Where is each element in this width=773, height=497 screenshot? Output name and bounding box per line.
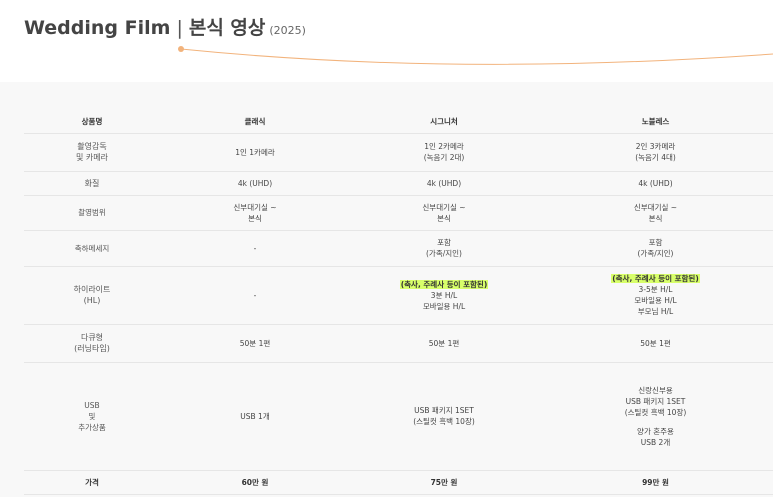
decorative-curve-line [180,48,773,65]
table-row-documentary: 다큐형 (러닝타임) 50분 1편 50분 1편 50분 1편 [24,324,773,363]
row-label: USB 및 추가상품 [24,362,160,471]
highlight-note: (축사, 주례사 등이 포함된) [399,279,489,289]
cell-signature: 50분 1편 [350,324,538,363]
table-row-highlight: 하이라이트 (HL) - (축사, 주례사 등이 포함된) 3분 H/L 모바일용 H… [24,266,773,325]
header-product-name: 상품명 [24,110,160,134]
cell-classic: 50분 1편 [160,324,350,363]
cell-noblesse: 포함 (가족/지인) [538,230,773,267]
table-header-row: 상품명 클래식 시그니처 노블레스 [24,110,773,134]
row-label: 화질 [24,171,160,196]
table-row-message: 축하메세지 - 포함 (가족/지인) 포함 (가족/지인) [24,230,773,267]
table-row-usb: USB 및 추가상품 USB 1개 USB 패키지 1SET (스틸컷 흑백 10장)… [24,362,773,471]
title-subtitle: 본식 영상 [188,17,266,39]
row-label: 촬영감독 및 카메라 [24,133,160,172]
highlight-note: (축사, 주례사 등이 포함된) [611,274,700,283]
row-label: 하이라이트 (HL) [24,266,160,325]
cell-classic: 1인 1카메라 [160,133,350,172]
cell-classic: - [160,230,350,267]
table-row-camera: 촬영감독 및 카메라 1인 1카메라 1인 2카메라 (녹음기 2대) 2인 3카메… [24,133,773,172]
title-main: Wedding Film [24,17,171,39]
cell-noblesse: 2인 3카메라 (녹음기 4대) [538,133,773,172]
cell-signature: 포함 (가족/지인) [350,230,538,267]
decorative-dot [178,46,184,52]
price-classic: 60만 원 [160,470,350,495]
cell-noblesse: (축사, 주례사 등이 포함된) 3-5분 H/L 모바일용 H/L 부모님 H/L [538,266,773,325]
cell-signature: (축사, 주례사 등이 포함된) 3분 H/L 모바일용 H/L [350,266,538,325]
title-separator: | [176,17,183,39]
header-classic: 클래식 [160,110,350,134]
cell-signature: 신부대기실 ~ 본식 [350,195,538,231]
title-year: (2025) [269,24,306,37]
price-signature: 75만 원 [350,470,538,495]
row-label: 촬영범위 [24,195,160,231]
cell-classic: 신부대기실 ~ 본식 [160,195,350,231]
pricing-panel: 상품명 클래식 시그니처 노블레스 촬영감독 및 카메라 1인 1카메라 1인 2… [0,82,773,497]
cell-classic: USB 1개 [160,362,350,471]
header-signature: 시그니처 [350,110,538,134]
row-label: 가격 [24,470,160,495]
table-row-range: 촬영범위 신부대기실 ~ 본식 신부대기실 ~ 본식 신부대기실 ~ 본식 [24,195,773,231]
cell-signature: USB 패키지 1SET (스틸컷 흑백 10장) [350,362,538,471]
header-noblesse: 노블레스 [538,110,773,134]
cell-classic: - [160,266,350,325]
page-title: Wedding Film | 본식 영상 (2025) [24,13,306,40]
page-header: Wedding Film | 본식 영상 (2025) [0,0,773,82]
cell-noblesse: 신부대기실 ~ 본식 [538,195,773,231]
row-label: 축하메세지 [24,230,160,267]
cell-noblesse: 50분 1편 [538,324,773,363]
table-row-quality: 화질 4k (UHD) 4k (UHD) 4k (UHD) [24,171,773,196]
cell-noblesse: 신랑신부용 USB 패키지 1SET (스틸컷 흑백 10장) 양가 혼주용 USB 2… [538,362,773,471]
price-noblesse: 99만 원 [538,470,773,495]
pricing-table: 상품명 클래식 시그니처 노블레스 촬영감독 및 카메라 1인 1카메라 1인 2… [24,110,773,495]
decorative-curve [178,46,773,65]
row-label: 다큐형 (러닝타임) [24,324,160,363]
cell-classic: 4k (UHD) [160,171,350,196]
table-row-price: 가격 60만 원 75만 원 99만 원 [24,470,773,495]
cell-signature: 1인 2카메라 (녹음기 2대) [350,133,538,172]
cell-signature: 4k (UHD) [350,171,538,196]
cell-noblesse: 4k (UHD) [538,171,773,196]
